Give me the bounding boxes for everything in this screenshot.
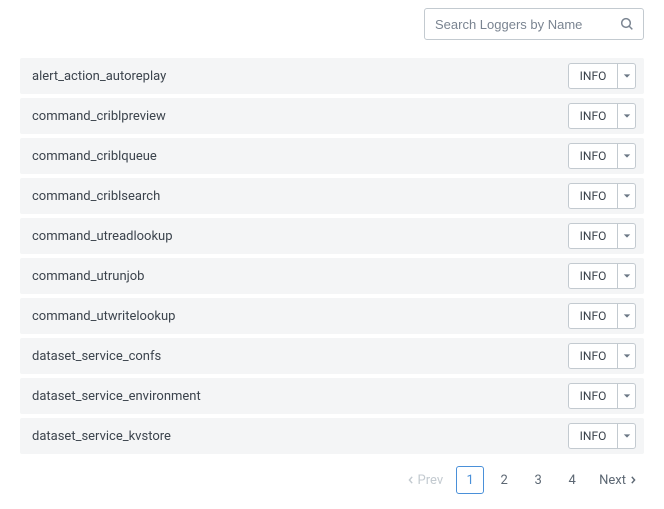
logger-name: command_utrunjob xyxy=(32,269,144,284)
chevron-down-icon xyxy=(617,384,635,408)
logger-row: alert_action_autoreplay INFO xyxy=(20,58,644,94)
pagination-page[interactable]: 3 xyxy=(524,466,552,494)
logger-name: command_criblqueue xyxy=(32,149,157,164)
pagination-page[interactable]: 1 xyxy=(456,466,484,494)
chevron-down-icon xyxy=(617,264,635,288)
pagination-prev: Prev xyxy=(400,466,451,494)
logger-row: command_utreadlookup INFO xyxy=(20,218,644,254)
search-input[interactable] xyxy=(435,17,619,32)
logger-row: dataset_service_environment INFO xyxy=(20,378,644,414)
chevron-down-icon xyxy=(617,64,635,88)
chevron-down-icon xyxy=(617,144,635,168)
log-level-value: INFO xyxy=(569,69,617,83)
logger-name: command_utwritelookup xyxy=(32,309,175,324)
chevron-down-icon xyxy=(617,104,635,128)
chevron-down-icon xyxy=(617,304,635,328)
log-level-select[interactable]: INFO xyxy=(568,143,636,169)
log-level-select[interactable]: INFO xyxy=(568,183,636,209)
log-level-value: INFO xyxy=(569,149,617,163)
logger-name: command_criblsearch xyxy=(32,189,160,204)
chevron-down-icon xyxy=(617,424,635,448)
pagination: Prev 1234 Next xyxy=(20,466,644,494)
logger-row: command_utwritelookup INFO xyxy=(20,298,644,334)
logger-row: command_criblpreview INFO xyxy=(20,98,644,134)
log-level-value: INFO xyxy=(569,349,617,363)
logger-row: dataset_service_kvstore INFO xyxy=(20,418,644,454)
logger-name: dataset_service_environment xyxy=(32,389,201,404)
logger-name: command_criblpreview xyxy=(32,109,166,124)
log-level-value: INFO xyxy=(569,309,617,323)
log-level-value: INFO xyxy=(569,109,617,123)
chevron-down-icon xyxy=(617,224,635,248)
chevron-down-icon xyxy=(617,344,635,368)
log-level-value: INFO xyxy=(569,189,617,203)
logger-row: command_criblsearch INFO xyxy=(20,178,644,214)
logger-name: dataset_service_kvstore xyxy=(32,429,171,444)
log-level-select[interactable]: INFO xyxy=(568,223,636,249)
chevron-down-icon xyxy=(617,184,635,208)
log-level-value: INFO xyxy=(569,269,617,283)
log-level-value: INFO xyxy=(569,429,617,443)
log-level-select[interactable]: INFO xyxy=(568,423,636,449)
logger-name: dataset_service_confs xyxy=(32,349,161,364)
pagination-prev-label: Prev xyxy=(418,473,444,488)
pagination-next-label: Next xyxy=(599,473,626,488)
logger-name: alert_action_autoreplay xyxy=(32,69,166,84)
search-box[interactable] xyxy=(424,8,644,40)
pagination-next[interactable]: Next xyxy=(592,466,644,494)
log-level-select[interactable]: INFO xyxy=(568,263,636,289)
logger-row: dataset_service_confs INFO xyxy=(20,338,644,374)
logger-name: command_utreadlookup xyxy=(32,229,173,244)
log-level-value: INFO xyxy=(569,389,617,403)
log-level-select[interactable]: INFO xyxy=(568,343,636,369)
logger-list: alert_action_autoreplayINFOcommand_cribl… xyxy=(20,58,644,454)
log-level-select[interactable]: INFO xyxy=(568,63,636,89)
pagination-page[interactable]: 2 xyxy=(490,466,518,494)
log-level-value: INFO xyxy=(569,229,617,243)
logger-row: command_criblqueue INFO xyxy=(20,138,644,174)
log-level-select[interactable]: INFO xyxy=(568,103,636,129)
pagination-page[interactable]: 4 xyxy=(558,466,586,494)
search-icon xyxy=(619,16,635,32)
log-level-select[interactable]: INFO xyxy=(568,383,636,409)
log-level-select[interactable]: INFO xyxy=(568,303,636,329)
logger-row: command_utrunjob INFO xyxy=(20,258,644,294)
